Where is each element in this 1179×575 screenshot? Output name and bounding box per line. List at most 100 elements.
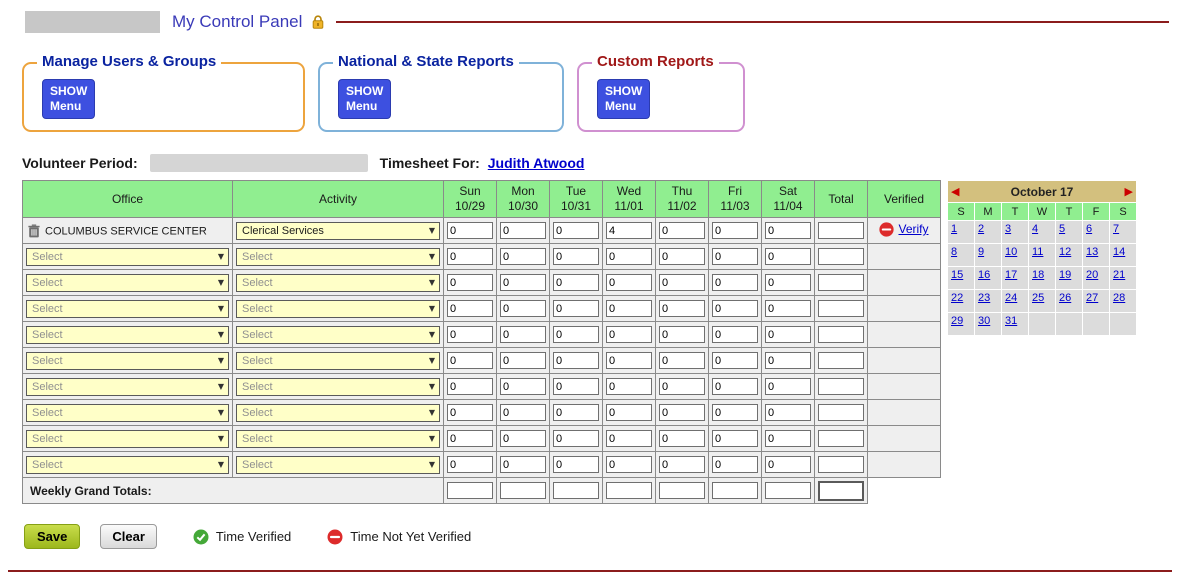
activity-select[interactable]: Select▼ xyxy=(236,326,440,344)
row-total-input[interactable] xyxy=(818,326,864,343)
hours-input[interactable] xyxy=(447,222,493,239)
hours-input[interactable] xyxy=(765,274,811,291)
hours-input[interactable] xyxy=(500,352,546,369)
activity-select[interactable]: Select▼ xyxy=(236,378,440,396)
hours-input[interactable] xyxy=(712,404,758,421)
grand-total-day-input[interactable] xyxy=(553,482,599,499)
office-select[interactable]: Select▼ xyxy=(26,456,229,474)
office-select[interactable]: Select▼ xyxy=(26,326,229,344)
hours-input[interactable] xyxy=(712,352,758,369)
calendar-day-link[interactable]: 14 xyxy=(1113,246,1125,258)
hours-input[interactable] xyxy=(606,222,652,239)
hours-input[interactable] xyxy=(659,404,705,421)
calendar-day-link[interactable]: 23 xyxy=(978,292,990,304)
show-menu-button-national-state[interactable]: SHOW Menu xyxy=(338,79,391,119)
hours-input[interactable] xyxy=(765,378,811,395)
activity-select[interactable]: Select▼ xyxy=(236,404,440,422)
hours-input[interactable] xyxy=(712,430,758,447)
hours-input[interactable] xyxy=(553,274,599,291)
calendar-day-link[interactable]: 28 xyxy=(1113,292,1125,304)
activity-select[interactable]: Clerical Services▼ xyxy=(236,222,440,240)
trash-icon[interactable] xyxy=(28,224,40,238)
hours-input[interactable] xyxy=(500,222,546,239)
activity-select[interactable]: Select▼ xyxy=(236,300,440,318)
hours-input[interactable] xyxy=(712,222,758,239)
calendar-day-link[interactable]: 19 xyxy=(1059,269,1071,281)
activity-select[interactable]: Select▼ xyxy=(236,456,440,474)
hours-input[interactable] xyxy=(500,378,546,395)
hours-input[interactable] xyxy=(659,430,705,447)
hours-input[interactable] xyxy=(500,404,546,421)
calendar-day-link[interactable]: 25 xyxy=(1032,292,1044,304)
show-menu-button-manage-users[interactable]: SHOW Menu xyxy=(42,79,95,119)
show-menu-button-custom-reports[interactable]: SHOW Menu xyxy=(597,79,650,119)
hours-input[interactable] xyxy=(553,326,599,343)
grand-total-day-input[interactable] xyxy=(500,482,546,499)
hours-input[interactable] xyxy=(606,430,652,447)
hours-input[interactable] xyxy=(500,456,546,473)
hours-input[interactable] xyxy=(712,378,758,395)
calendar-day-link[interactable]: 8 xyxy=(951,246,957,258)
hours-input[interactable] xyxy=(500,300,546,317)
hours-input[interactable] xyxy=(500,326,546,343)
calendar-day-link[interactable]: 20 xyxy=(1086,269,1098,281)
office-select[interactable]: Select▼ xyxy=(26,430,229,448)
row-total-input[interactable] xyxy=(818,378,864,395)
hours-input[interactable] xyxy=(606,248,652,265)
hours-input[interactable] xyxy=(447,430,493,447)
hours-input[interactable] xyxy=(447,326,493,343)
hours-input[interactable] xyxy=(553,456,599,473)
calendar-day-link[interactable]: 3 xyxy=(1005,223,1011,235)
hours-input[interactable] xyxy=(712,456,758,473)
hours-input[interactable] xyxy=(659,352,705,369)
hours-input[interactable] xyxy=(447,378,493,395)
hours-input[interactable] xyxy=(606,404,652,421)
calendar-day-link[interactable]: 7 xyxy=(1113,223,1119,235)
hours-input[interactable] xyxy=(606,456,652,473)
office-select[interactable]: Select▼ xyxy=(26,248,229,266)
hours-input[interactable] xyxy=(606,378,652,395)
row-total-input[interactable] xyxy=(818,300,864,317)
grand-total-input[interactable] xyxy=(818,481,864,501)
office-select[interactable]: Select▼ xyxy=(26,378,229,396)
hours-input[interactable] xyxy=(765,430,811,447)
hours-input[interactable] xyxy=(606,326,652,343)
calendar-day-link[interactable]: 12 xyxy=(1059,246,1071,258)
office-select[interactable]: Select▼ xyxy=(26,300,229,318)
volunteer-name-link[interactable]: Judith Atwood xyxy=(488,155,585,171)
hours-input[interactable] xyxy=(447,404,493,421)
hours-input[interactable] xyxy=(447,352,493,369)
row-total-input[interactable] xyxy=(818,430,864,447)
hours-input[interactable] xyxy=(712,300,758,317)
calendar-next-icon[interactable]: ▶ xyxy=(1125,186,1133,197)
row-total-input[interactable] xyxy=(818,274,864,291)
hours-input[interactable] xyxy=(712,326,758,343)
calendar-day-link[interactable]: 17 xyxy=(1005,269,1017,281)
grand-total-day-input[interactable] xyxy=(765,482,811,499)
hours-input[interactable] xyxy=(659,222,705,239)
hours-input[interactable] xyxy=(765,326,811,343)
calendar-day-link[interactable]: 2 xyxy=(978,223,984,235)
activity-select[interactable]: Select▼ xyxy=(236,274,440,292)
hours-input[interactable] xyxy=(659,300,705,317)
hours-input[interactable] xyxy=(553,352,599,369)
row-total-input[interactable] xyxy=(818,404,864,421)
hours-input[interactable] xyxy=(712,248,758,265)
calendar-day-link[interactable]: 5 xyxy=(1059,223,1065,235)
calendar-day-link[interactable]: 10 xyxy=(1005,246,1017,258)
row-total-input[interactable] xyxy=(818,222,864,239)
hours-input[interactable] xyxy=(659,326,705,343)
activity-select[interactable]: Select▼ xyxy=(236,248,440,266)
calendar-day-link[interactable]: 26 xyxy=(1059,292,1071,304)
hours-input[interactable] xyxy=(553,300,599,317)
calendar-day-link[interactable]: 6 xyxy=(1086,223,1092,235)
hours-input[interactable] xyxy=(553,378,599,395)
hours-input[interactable] xyxy=(659,456,705,473)
calendar-day-link[interactable]: 30 xyxy=(978,315,990,327)
office-select[interactable]: Select▼ xyxy=(26,404,229,422)
hours-input[interactable] xyxy=(659,378,705,395)
save-button[interactable]: Save xyxy=(24,524,80,549)
calendar-day-link[interactable]: 9 xyxy=(978,246,984,258)
grand-total-day-input[interactable] xyxy=(712,482,758,499)
hours-input[interactable] xyxy=(765,456,811,473)
